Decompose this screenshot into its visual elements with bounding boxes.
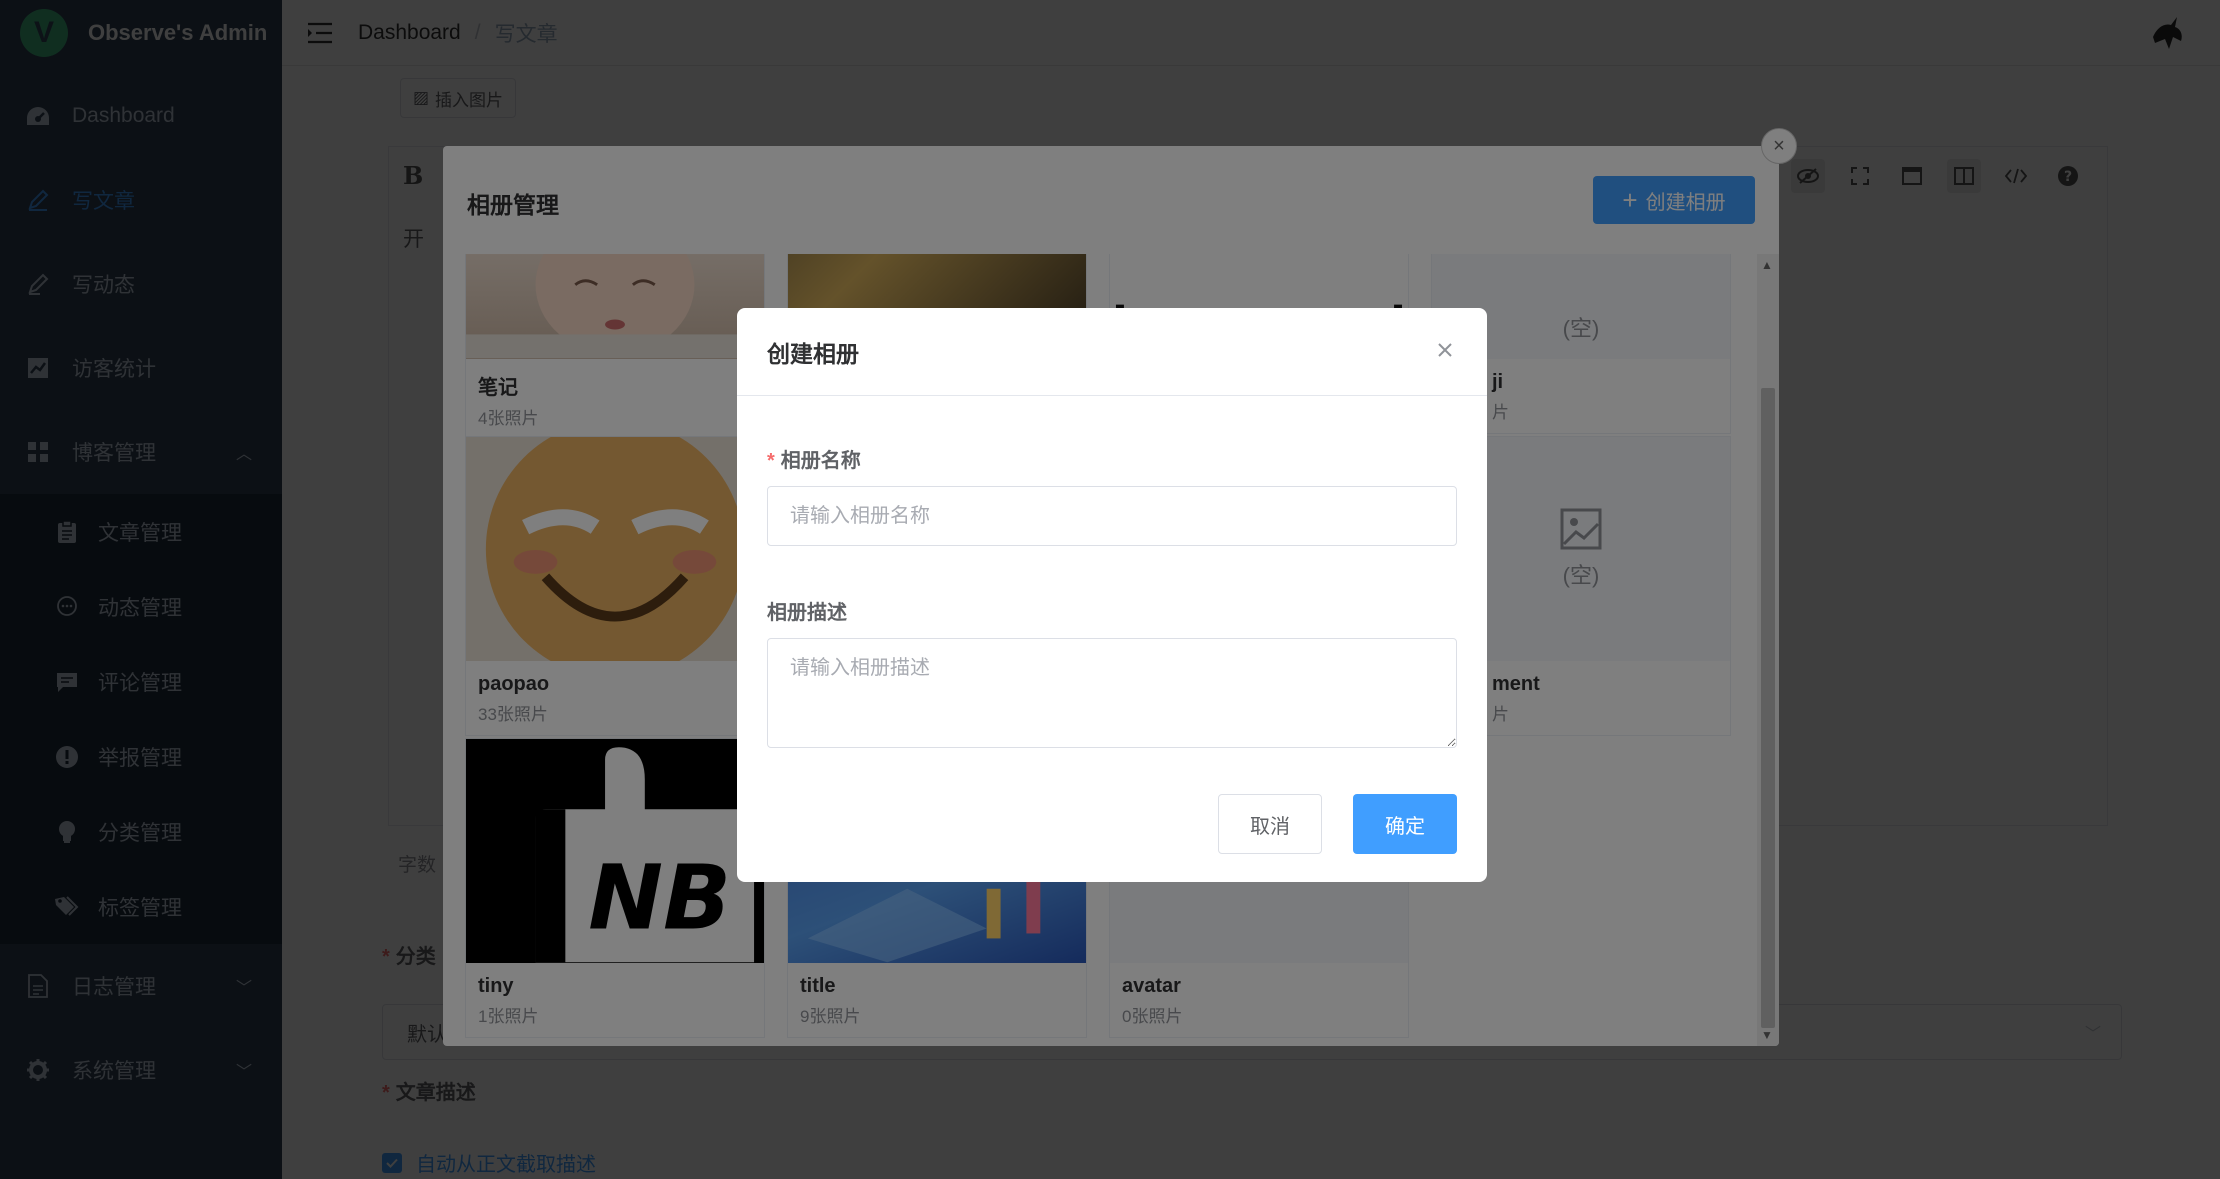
close-icon[interactable] xyxy=(1433,338,1457,362)
confirm-button[interactable]: 确定 xyxy=(1353,794,1457,854)
album-desc-textarea[interactable] xyxy=(767,638,1457,748)
album-name-label: * 相册名称 xyxy=(767,450,861,472)
cancel-button[interactable]: 取消 xyxy=(1218,794,1322,854)
dialog-title: 创建相册 xyxy=(767,340,859,367)
album-desc-label: 相册描述 xyxy=(767,602,847,624)
dialog-header: 创建相册 xyxy=(737,308,1487,396)
album-name-input[interactable] xyxy=(767,486,1457,546)
create-album-dialog: 创建相册 *相册名称 相册描述 取消 确定 xyxy=(737,308,1487,882)
